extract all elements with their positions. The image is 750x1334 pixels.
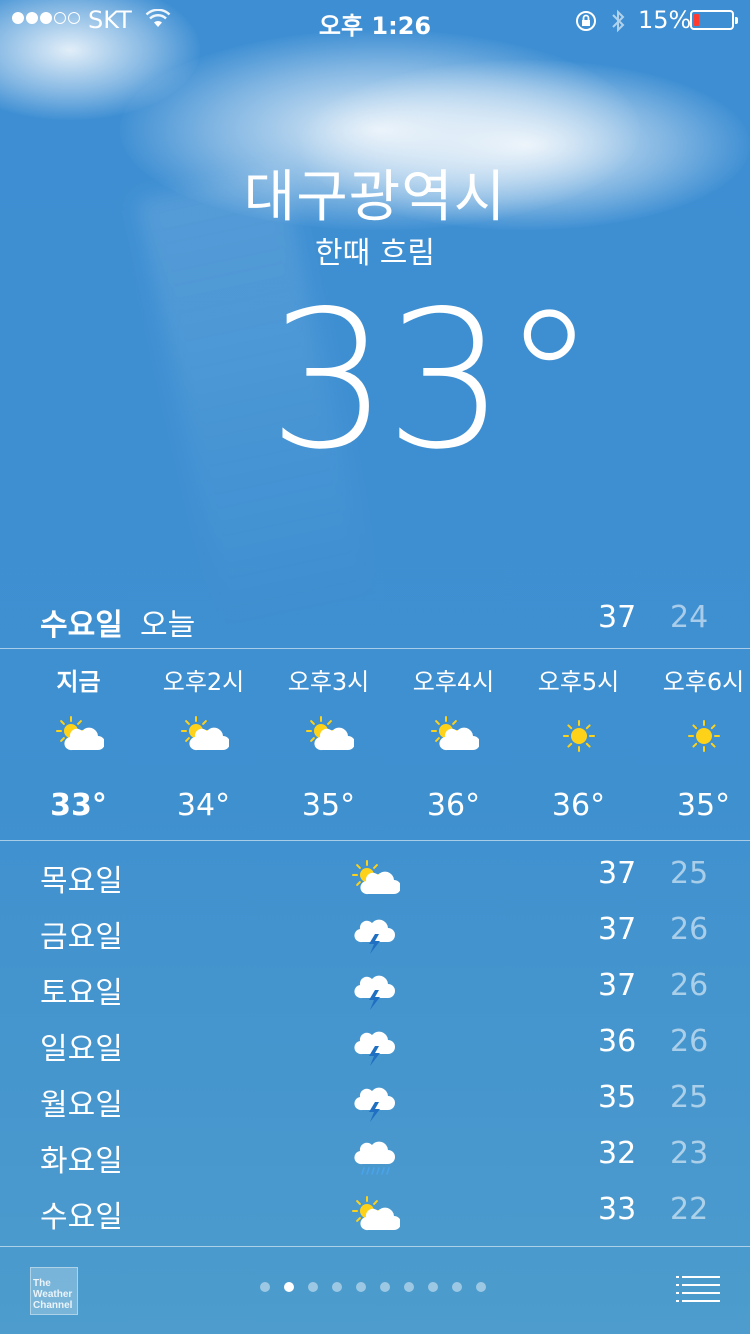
- battery-icon: [690, 10, 738, 30]
- hourly-temp: 35°: [676, 788, 731, 823]
- partly-sunny-icon: [179, 714, 230, 758]
- daily-high: 37: [598, 912, 637, 947]
- hourly-time: 오후2시: [162, 668, 245, 696]
- daily-low: 26: [670, 968, 709, 1003]
- daily-day-name: 월요일: [40, 1088, 123, 1123]
- page-dot[interactable]: [356, 1282, 366, 1292]
- thunderstorm-icon: [350, 1026, 400, 1066]
- page-dot[interactable]: [332, 1282, 342, 1292]
- daily-high: 36: [598, 1024, 637, 1059]
- daily-row: 목요일 37 25: [0, 848, 750, 904]
- daily-low: 26: [670, 1024, 709, 1059]
- hourly-time: 오후5시: [537, 668, 620, 696]
- sunny-icon: [554, 714, 604, 758]
- footer-toolbar: The Weather Channel: [0, 1246, 750, 1334]
- daily-day-name: 금요일: [40, 920, 123, 955]
- daily-day-name: 일요일: [40, 1032, 123, 1067]
- daily-low: 22: [670, 1192, 709, 1227]
- weather-channel-logo[interactable]: The Weather Channel: [30, 1267, 78, 1315]
- daily-row: 월요일 35 25: [0, 1072, 750, 1128]
- divider: [0, 840, 750, 841]
- hourly-temp: 36°: [426, 788, 481, 823]
- daily-low: 26: [670, 912, 709, 947]
- daily-low: 25: [670, 1080, 709, 1115]
- page-dot[interactable]: [308, 1282, 318, 1292]
- bluetooth-icon: [612, 9, 625, 33]
- daily-high: 33: [598, 1192, 637, 1227]
- page-dot[interactable]: [260, 1282, 270, 1292]
- today-label: 오늘: [140, 608, 196, 643]
- sunny-icon: [679, 714, 729, 758]
- page-dot[interactable]: [380, 1282, 390, 1292]
- rain-icon: [350, 1138, 400, 1178]
- city-name: 대구광역시: [243, 165, 507, 230]
- battery-percent: 15%: [638, 6, 692, 34]
- daily-high: 37: [598, 856, 637, 891]
- partly-sunny-icon: [54, 714, 105, 758]
- hourly-time: 오후6시: [662, 668, 745, 696]
- logo-text: Weather: [33, 1289, 73, 1300]
- logo-text: The: [33, 1278, 51, 1289]
- hourly-temp: 33°: [50, 788, 107, 823]
- daily-day-name: 목요일: [40, 864, 123, 899]
- page-dot[interactable]: [476, 1282, 486, 1292]
- hourly-forecast[interactable]: 지금 33° 오후2시 34° 오후3시 35° 오후4시 36° 오후5시 36° 오후6시 35°: [0, 650, 750, 840]
- partly-sunny-icon: [350, 1194, 401, 1234]
- hourly-time: 오후4시: [412, 668, 495, 696]
- hourly-time: 지금: [56, 668, 101, 696]
- daily-low: 25: [670, 856, 709, 891]
- daily-row: 금요일 37 26: [0, 904, 750, 960]
- thunderstorm-icon: [350, 1082, 400, 1122]
- daily-row: 토요일 37 26: [0, 960, 750, 1016]
- thunderstorm-icon: [350, 970, 400, 1010]
- today-high: 37: [598, 600, 637, 635]
- daily-high: 35: [598, 1080, 637, 1115]
- partly-sunny-icon: [304, 714, 355, 758]
- page-dot[interactable]: [404, 1282, 414, 1292]
- hourly-temp: 36°: [551, 788, 606, 823]
- hourly-temp: 34°: [176, 788, 231, 823]
- logo-text: Channel: [33, 1300, 73, 1311]
- current-temperature: 33°: [268, 270, 597, 491]
- daily-row: 화요일 32 23: [0, 1128, 750, 1184]
- page-dot[interactable]: [284, 1282, 294, 1292]
- status-bar: SKT 오후 1:26 15%: [0, 0, 750, 40]
- today-summary: 수요일 오늘 37 24: [0, 596, 750, 648]
- daily-day-name: 토요일: [40, 976, 123, 1011]
- partly-sunny-icon: [429, 714, 480, 758]
- daily-day-name: 수요일: [40, 1200, 123, 1235]
- daily-high: 32: [598, 1136, 637, 1171]
- weather-condition: 한때 흐림: [315, 236, 435, 271]
- thunderstorm-icon: [350, 914, 400, 954]
- page-indicator[interactable]: [260, 1282, 486, 1292]
- today-day-name: 수요일: [40, 608, 123, 643]
- weather-screen: SKT 오후 1:26 15% 대구광역시 한때 흐림 33° 수요일 오늘 3…: [0, 0, 750, 1334]
- today-low: 24: [670, 600, 709, 635]
- orientation-lock-icon: [576, 11, 596, 31]
- city-list-icon[interactable]: [676, 1274, 720, 1304]
- partly-sunny-icon: [350, 858, 401, 898]
- hourly-time: 오후3시: [287, 668, 370, 696]
- daily-row: 수요일 33 22: [0, 1184, 750, 1240]
- page-dot[interactable]: [428, 1282, 438, 1292]
- divider: [0, 648, 750, 649]
- page-dot[interactable]: [452, 1282, 462, 1292]
- daily-high: 37: [598, 968, 637, 1003]
- daily-day-name: 화요일: [40, 1144, 123, 1179]
- hourly-temp: 35°: [301, 788, 356, 823]
- daily-low: 23: [670, 1136, 709, 1171]
- daily-row: 일요일 36 26: [0, 1016, 750, 1072]
